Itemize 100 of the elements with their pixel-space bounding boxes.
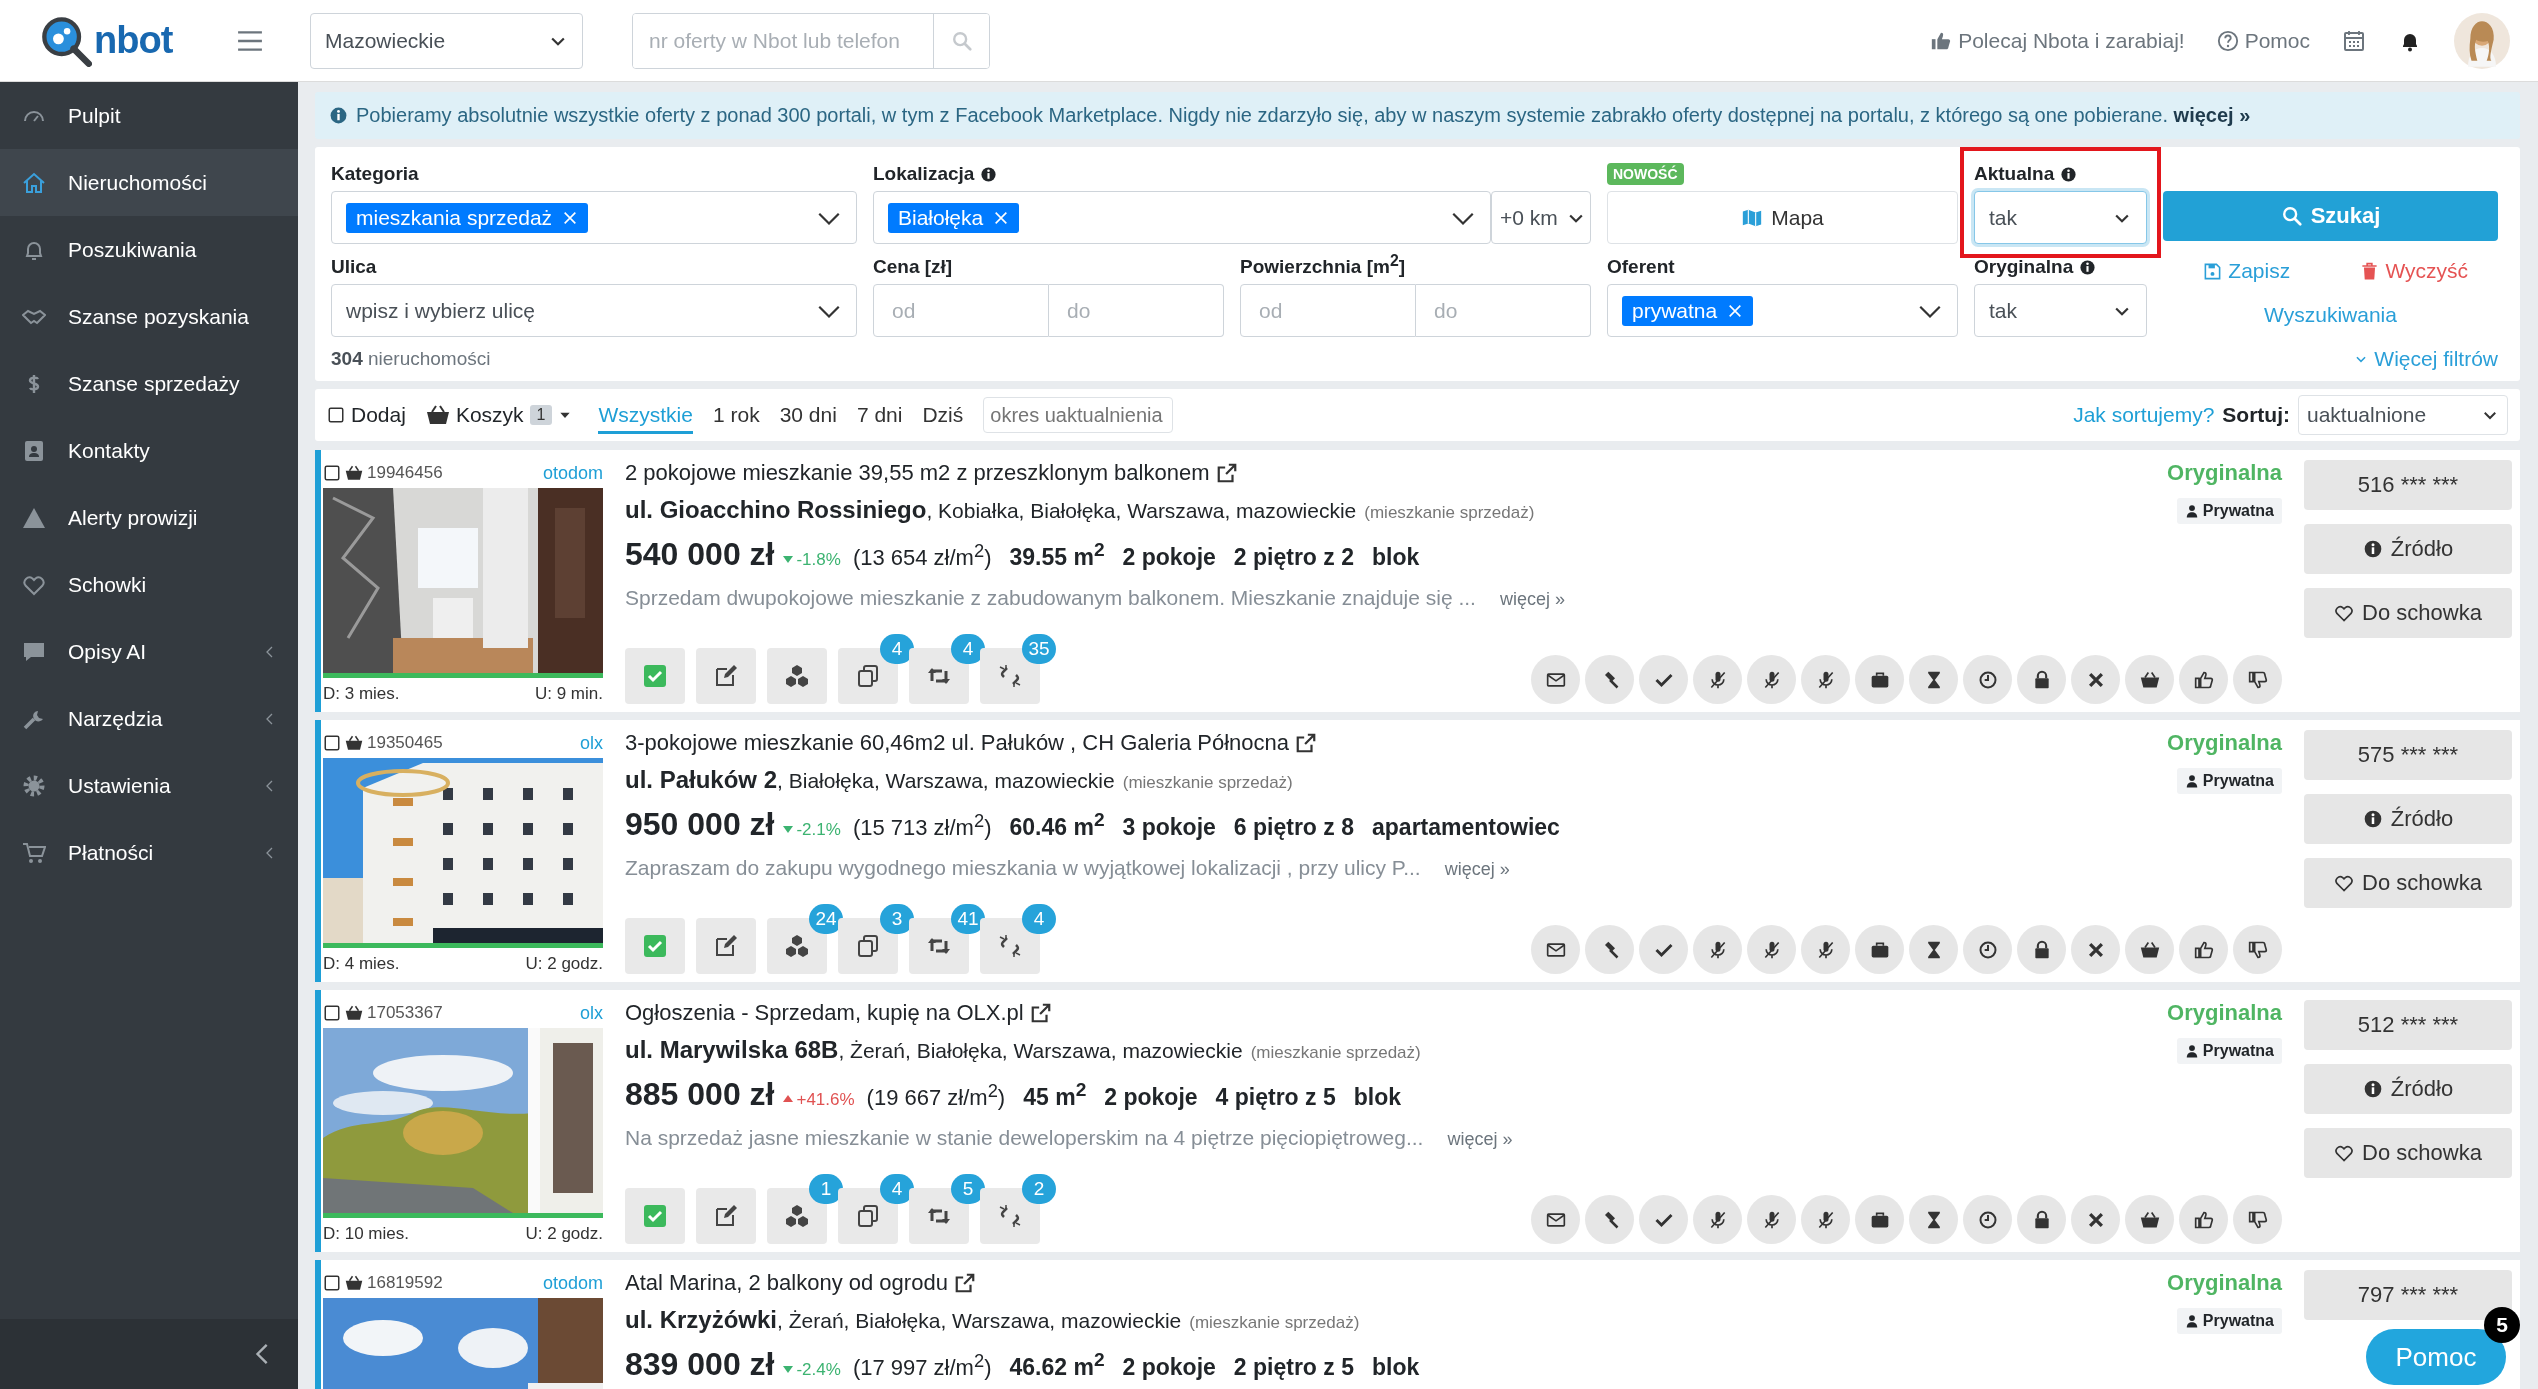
category-label: (mieszkanie sprzedaż) [1189,1313,1360,1333]
feature: 4 piętro z 5 [1215,1086,1336,1109]
source-button[interactable]: Źródło [2304,794,2512,844]
count-badge: 4 [951,634,985,664]
owner-badge: Prywatna [2176,498,2282,524]
price-change: -2.1% [782,820,841,838]
new-badge: NOWOŚĆ [1607,163,1684,185]
source-button[interactable]: Źródło [2304,524,2512,574]
field-label: Aktualna [1974,163,2055,185]
more-link[interactable]: więcej » [1499,589,1565,610]
count-badge: 4 [880,1174,914,1204]
sidebar-item[interactable]: Kontakty [0,417,298,484]
listing-title[interactable]: 3-pokojowe mieszkanie 60,46m2 ul. Pałuków , CH Galeria Północna [625,728,1289,758]
sidebar-item[interactable]: Ustawienia [0,752,298,819]
logo-text: nbot [94,19,173,62]
updated-date: U: 9 min. [534,684,603,704]
period-tab[interactable]: Dziś [922,396,964,434]
offerer-select[interactable]: prywatna [1607,284,1958,337]
sort-select[interactable]: uaktualnione [2298,395,2508,435]
more-link[interactable]: więcej » [1444,859,1510,880]
help-link[interactable]: Pomoc [2216,28,2310,53]
listing-title[interactable]: Atal Marina, 2 balkony od ogrodu [625,1268,948,1298]
location-select[interactable]: Białołęka [873,191,1491,244]
feature: 2 piętro z 5 [1233,1356,1354,1379]
added-date: D: 10 mies. [323,1224,409,1244]
feature: blok [1372,546,1420,569]
field-label: Ulica [331,256,377,278]
field-label: Oryginalna [1974,256,2074,278]
sidebar-item[interactable]: Pulpit [0,82,298,149]
sidebar-item[interactable]: Nieruchomości [0,149,298,216]
phone-button[interactable]: 512 *** *** [2304,1000,2512,1050]
offer-id: 19946456 [367,463,443,483]
results-count: 304 nieruchomości [331,348,491,370]
count-badge: 5 [951,1174,985,1204]
search-field[interactable]: nr oferty w Nbot lub telefon [632,12,990,69]
added-date: D: 4 mies. [323,954,400,974]
radius-select[interactable]: +0 km [1491,191,1591,244]
price-change: -2.4% [782,1360,841,1378]
price: 885 000 zł [625,1078,775,1110]
favorite-button[interactable]: Do schowka [2304,858,2512,908]
field-label: Oferent [1607,256,1675,278]
period-field[interactable]: okres uaktualnienia [983,397,1174,433]
phone-button[interactable]: 575 *** *** [2304,730,2512,780]
feature: 2 pokoje [1104,1086,1198,1109]
price: 950 000 zł [625,808,775,840]
owner-badge: Prywatna [2176,768,2282,794]
favorite-button[interactable]: Do schowka [2304,1128,2512,1178]
period-tab[interactable]: 7 dni [856,396,903,434]
sidebar-item[interactable]: Szanse pozyskania [0,283,298,350]
updated-date: U: 2 godz. [525,1224,603,1244]
area-from-field[interactable]: od [1240,284,1416,337]
source-button[interactable]: Źródło [2304,1064,2512,1114]
sidebar-item[interactable]: Płatności [0,819,298,886]
price-to-field[interactable]: do [1049,284,1224,337]
description: Sprzedam dwupokojowe mieszkanie z zabudowanym balkonem. Mieszkanie znajduje się ... [625,586,1476,610]
listing-title[interactable]: 2 pokojowe mieszkanie 39,55 m2 z przeszklonym balkonem [625,458,1210,488]
current-select[interactable]: tak [1974,191,2147,244]
sidebar-item[interactable]: Alerty prowizji [0,484,298,551]
original-select[interactable]: tak [1974,284,2147,337]
favorite-button[interactable]: Do schowka [2304,588,2512,638]
count-badge: 41 [951,904,985,934]
sidebar-item[interactable]: Opisy AI [0,618,298,685]
feature: 2 pokoje [1122,546,1216,569]
price: 540 000 zł [625,538,775,570]
field-label: Kategoria [331,163,419,185]
clear-link[interactable]: Wyczyść [2330,256,2498,286]
listing-title[interactable]: Ogłoszenia - Sprzedam, kupię na OLX.pl [625,998,1024,1028]
phone-button[interactable]: 516 *** *** [2304,460,2512,510]
region-select[interactable]: Mazowieckie [310,12,583,69]
count-badge: 4 [1022,904,1056,934]
street-select[interactable]: wpisz i wybierz ulicę [331,284,857,337]
status-label: Oryginalna [2167,730,2282,756]
updated-date: U: 2 godz. [525,954,603,974]
field-label: Cena [zł] [873,256,953,278]
sidebar-item[interactable]: Schowki [0,551,298,618]
more-link[interactable]: więcej » [2173,104,2251,126]
area-to-field[interactable]: do [1416,284,1591,337]
feature: blok [1372,1356,1420,1379]
price-from-field[interactable]: od [873,284,1049,337]
price-change: -1.8% [782,550,841,568]
offer-id: 19350465 [367,733,443,753]
sidebar-item[interactable]: Poszukiwania [0,216,298,283]
sidebar-item[interactable]: Szanse sprzedaży [0,350,298,417]
filter-tag: mieszkania sprzedaż [346,202,589,233]
address: ul. Krzyżówki, Żerań, Białołęka, Warszawa, mazowieckie [625,1306,1182,1334]
feature: 2 pokoje [1122,1356,1216,1379]
period-tab[interactable]: 30 dni [779,396,837,434]
count-badge: 3 [880,904,914,934]
description: Na sprzedaż jasne mieszkanie w stanie deweloperskim na 4 piętrze pięciopiętroweg... [625,1126,1424,1150]
more-link[interactable]: więcej » [1447,1129,1513,1150]
category-select[interactable]: mieszkania sprzedaż [331,191,857,244]
sidebar-item[interactable]: Narzędzia [0,685,298,752]
status-label: Oryginalna [2167,460,2282,486]
feature: 6 piętro z 8 [1233,816,1354,839]
referral-link[interactable]: Polecaj Nbota i zarabiaj! [1930,28,2185,53]
field-label: Powierzchnia [m$^{2}$] [1240,256,1406,278]
map-button[interactable]: Mapa [1607,191,1958,244]
basket-label[interactable]: Koszyk [455,403,524,427]
add-label: Dodaj [351,403,406,427]
period-tab[interactable]: 1 rok [712,396,760,434]
